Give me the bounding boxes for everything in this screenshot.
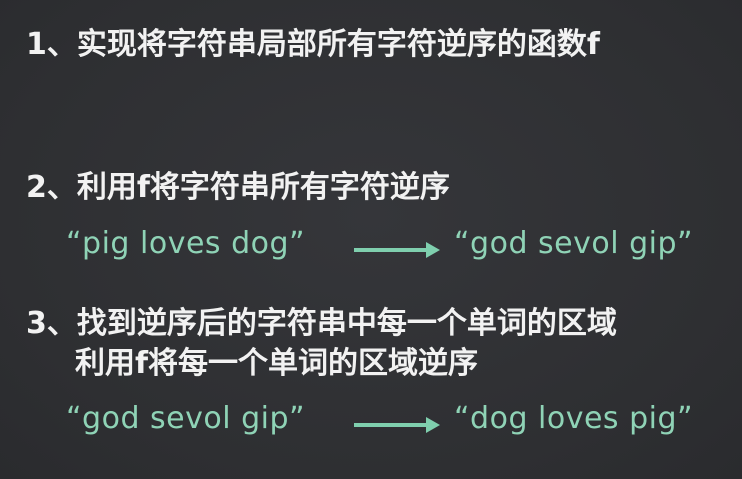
step-2-example-to: “god sevol gip” bbox=[454, 226, 694, 261]
step-1-number: 1、 bbox=[26, 27, 77, 62]
step-1-text: 实现将字符串局部所有字符逆序的函数f bbox=[76, 27, 600, 62]
right-arrow-icon bbox=[354, 417, 440, 433]
step-3-example-to: “dog loves pig” bbox=[454, 401, 694, 436]
slide: 1、实现将字符串局部所有字符逆序的函数f 2、利用f将字符串所有字符逆序 “pi… bbox=[0, 0, 742, 479]
step-3-heading: 3、找到逆序后的字符串中每一个单词的区域 bbox=[26, 309, 617, 339]
step-1-heading: 1、实现将字符串局部所有字符逆序的函数f bbox=[26, 30, 600, 60]
step-2-heading: 2、利用f将字符串所有字符逆序 bbox=[26, 173, 450, 203]
right-arrow-icon bbox=[354, 242, 440, 258]
step-2-number: 2、 bbox=[26, 170, 77, 205]
step-3-number: 3、 bbox=[26, 306, 77, 341]
step-2-example-from: “pig loves dog” bbox=[66, 226, 306, 261]
step-3-example-from: “god sevol gip” bbox=[66, 401, 306, 436]
step-2-text: 利用f将字符串所有字符逆序 bbox=[76, 170, 450, 205]
step-3-text-line-1: 找到逆序后的字符串中每一个单词的区域 bbox=[76, 306, 617, 341]
step-3-text-line-2: 利用f将每一个单词的区域逆序 bbox=[75, 346, 479, 381]
